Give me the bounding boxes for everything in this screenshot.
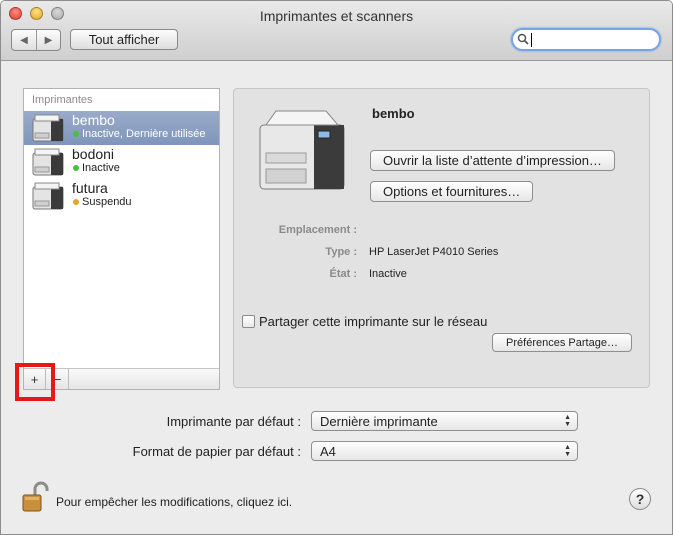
- search-icon: [517, 33, 529, 45]
- printer-icon: [259, 110, 345, 190]
- default-paper-size-value: A4: [320, 443, 336, 459]
- printer-name: bembo: [72, 112, 115, 128]
- add-button-highlight: [15, 363, 55, 401]
- share-printer-option[interactable]: Partager cette imprimante sur le réseau: [242, 314, 487, 329]
- state-value: Inactive: [369, 268, 407, 280]
- updown-arrows-icon: ▲ ▼: [564, 414, 571, 428]
- default-printer-value: Dernière imprimante: [320, 413, 438, 429]
- printers-list: Imprimantes bembo Inactive, Dernière uti…: [23, 88, 220, 390]
- back-button[interactable]: ◀: [12, 30, 36, 50]
- triangle-right-icon: ▶: [44, 34, 53, 46]
- state-label: État :: [329, 268, 358, 280]
- type-label: Type :: [325, 246, 357, 258]
- printers-list-header: Imprimantes: [32, 94, 93, 106]
- default-printer-popup[interactable]: Dernière imprimante ▲ ▼: [311, 411, 578, 431]
- sharing-preferences-button[interactable]: Préférences Partage…: [492, 333, 632, 352]
- printer-item-futura[interactable]: futura Suspendu: [24, 179, 219, 213]
- help-button[interactable]: ?: [629, 488, 651, 510]
- printer-status: Suspendu: [82, 196, 132, 208]
- printer-icon: [32, 182, 64, 210]
- default-paper-size-popup[interactable]: A4 ▲ ▼: [311, 441, 578, 461]
- printer-item-bembo[interactable]: bembo Inactive, Dernière utilisée: [24, 111, 219, 145]
- status-indicator-idle: [73, 131, 79, 137]
- status-indicator-paused: [73, 199, 79, 205]
- printer-status: Inactive: [82, 162, 120, 174]
- printers-scanners-window: Imprimantes et scanners ◀ ▶ Tout affiche…: [0, 0, 673, 535]
- forward-button[interactable]: ▶: [36, 30, 60, 50]
- type-value: HP LaserJet P4010 Series: [369, 246, 499, 258]
- show-all-button[interactable]: Tout afficher: [70, 29, 178, 50]
- triangle-left-icon: ◀: [20, 34, 28, 46]
- selected-printer-name: bembo: [372, 106, 415, 121]
- share-printer-checkbox[interactable]: [242, 315, 255, 328]
- title-bar: Imprimantes et scanners ◀ ▶ Tout affiche…: [1, 1, 672, 61]
- default-printer-label: Imprimante par défaut :: [166, 414, 301, 429]
- text-cursor: [531, 33, 532, 47]
- options-supplies-button[interactable]: Options et fournitures…: [370, 181, 534, 202]
- printer-name: bodoni: [72, 146, 115, 162]
- search-field[interactable]: [511, 28, 661, 51]
- window-title: Imprimantes et scanners: [259, 8, 414, 24]
- status-indicator-idle: [73, 165, 79, 171]
- location-label: Emplacement :: [278, 224, 357, 236]
- printer-detail-panel: bembo Ouvrir la liste d’attente d’impres…: [233, 88, 650, 388]
- updown-arrows-icon: ▲ ▼: [564, 444, 571, 458]
- default-paper-size-label: Format de papier par défaut :: [132, 444, 301, 459]
- lock-instructions: Pour empêcher les modifications, cliquez…: [56, 495, 293, 509]
- back-forward-control: ◀ ▶: [11, 29, 61, 51]
- lock-icon[interactable]: [21, 481, 49, 513]
- open-print-queue-button[interactable]: Ouvrir la liste d’attente d’impression…: [370, 150, 615, 171]
- printer-item-bodoni[interactable]: bodoni Inactive: [24, 145, 219, 179]
- printer-icon: [32, 114, 64, 142]
- printer-icon: [32, 148, 64, 176]
- printer-name: futura: [72, 180, 108, 196]
- printer-status: Inactive, Dernière utilisée: [82, 128, 206, 140]
- share-printer-label: Partager cette imprimante sur le réseau: [259, 314, 488, 329]
